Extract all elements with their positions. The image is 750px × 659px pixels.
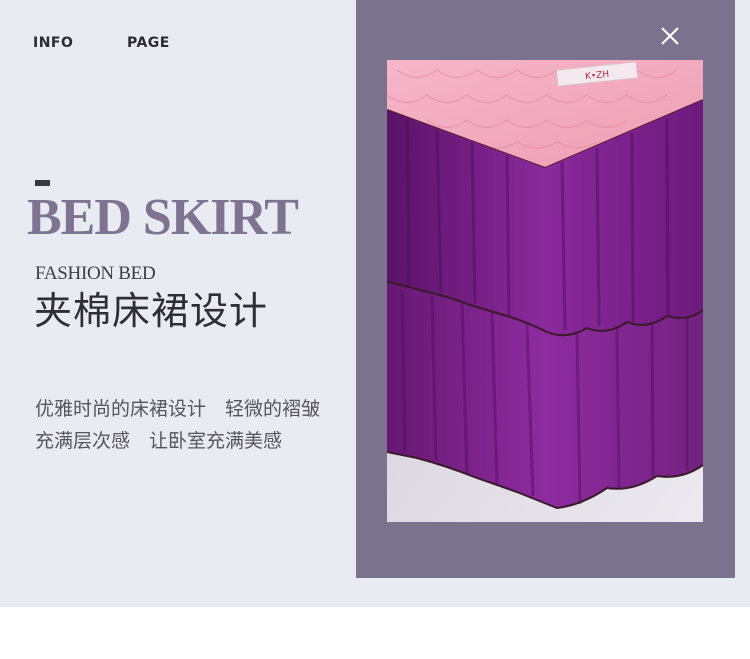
subtitle-chinese: 夹棉床裙设计 bbox=[34, 289, 269, 333]
bed-skirt-image: K•ZH bbox=[387, 60, 703, 522]
subtitle-english: FASHION BED bbox=[35, 263, 156, 284]
description-line-2: 充满层次感 让卧室充满美感 bbox=[35, 430, 283, 452]
product-photo: K•ZH bbox=[387, 60, 703, 522]
description-line-1: 优雅时尚的床裙设计 轻微的褶皱 bbox=[35, 398, 321, 420]
description-text: 优雅时尚的床裙设计 轻微的褶皱 充满层次感 让卧室充满美感 bbox=[35, 393, 320, 457]
title-dash-decoration bbox=[35, 180, 50, 186]
close-button[interactable] bbox=[658, 24, 682, 48]
hero-title: BED SKIRT bbox=[27, 189, 299, 246]
nav-page-link[interactable]: PAGE bbox=[127, 35, 170, 51]
nav-info-link[interactable]: INFO bbox=[33, 35, 73, 51]
close-icon bbox=[661, 27, 679, 45]
